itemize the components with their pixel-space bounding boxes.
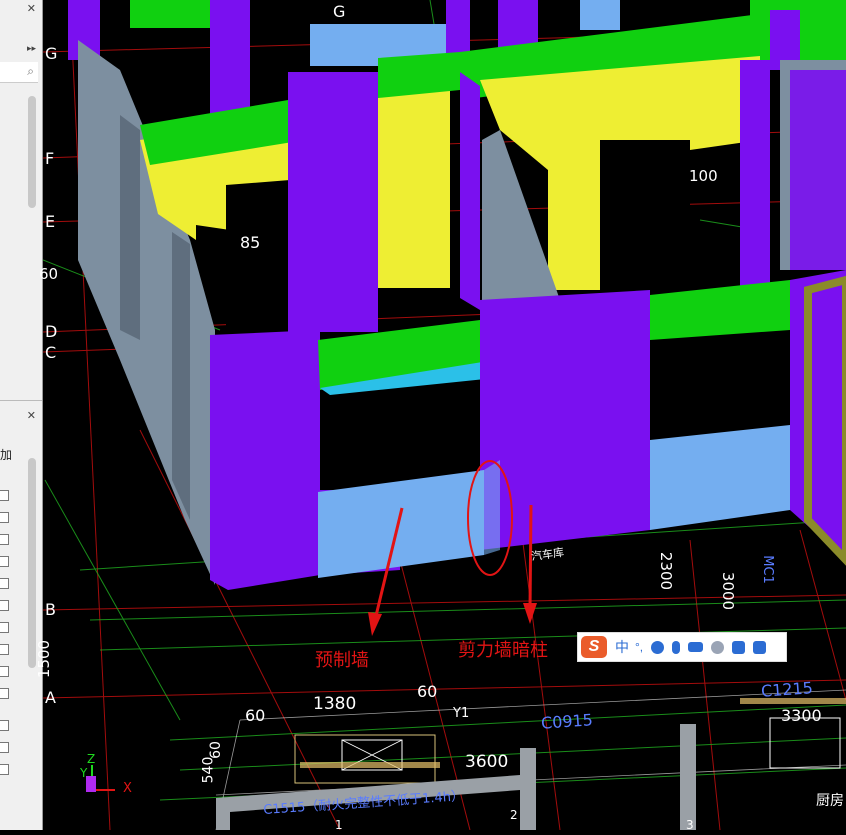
dim-text: 60	[207, 741, 224, 759]
close-icon[interactable]: ✕	[27, 3, 36, 15]
grid-label-a: A	[45, 688, 56, 707]
grid-menu-icon[interactable]	[753, 640, 767, 654]
dim-text: 3600	[465, 752, 509, 772]
checkbox[interactable]	[0, 666, 9, 677]
scrollbar-bottom[interactable]	[28, 458, 36, 668]
close-icon[interactable]: ✕	[27, 410, 36, 422]
checkbox[interactable]	[0, 644, 9, 655]
window-tag: C1215	[760, 678, 814, 701]
checkbox[interactable]	[0, 534, 9, 545]
dim-text: 60	[39, 265, 59, 283]
axis-z-label: Z	[87, 752, 96, 766]
dim-text: 2300	[657, 551, 676, 591]
checkbox[interactable]	[0, 556, 9, 567]
grid-label-top: G	[333, 2, 346, 21]
checkbox[interactable]	[0, 742, 9, 753]
keyboard-icon[interactable]	[688, 642, 704, 652]
grid-label-c: C	[45, 343, 57, 362]
ime-language-toggle[interactable]: 中	[615, 637, 629, 657]
checkbox[interactable]	[0, 600, 9, 611]
room-label: 厨房	[816, 793, 844, 809]
panel-divider	[0, 400, 42, 401]
dim-text: 3300	[781, 706, 822, 725]
window-tag: MC1	[759, 555, 775, 584]
dim-text: 540	[200, 756, 217, 784]
grid-label-e: E	[45, 212, 56, 231]
checkbox[interactable]	[0, 764, 9, 775]
checkbox[interactable]	[0, 622, 9, 633]
window-tag: C0915	[540, 710, 594, 733]
dim-text: Y1	[453, 706, 470, 721]
checkbox[interactable]	[0, 720, 9, 731]
dim-text: 85	[240, 233, 261, 252]
checkbox[interactable]	[0, 490, 9, 501]
dim-text: 100	[689, 167, 718, 185]
ime-toolbar[interactable]: S 中 °,	[577, 632, 787, 662]
axis-y-label: Y	[80, 766, 88, 780]
skin-icon[interactable]	[732, 640, 746, 654]
grid-label-f: F	[45, 149, 55, 168]
grid-label-g: G	[45, 44, 58, 63]
axis-x-label: X	[123, 781, 132, 796]
left-panel: ✕ ▸▸ ⌕ ✕ 加	[0, 0, 43, 830]
ime-punctuation-toggle[interactable]: °,	[635, 640, 643, 654]
emoji-icon[interactable]	[651, 640, 665, 654]
column-header: 加	[0, 448, 13, 462]
user-icon[interactable]	[711, 640, 725, 654]
dim-text: 1500	[35, 639, 54, 679]
checkbox[interactable]	[0, 512, 9, 523]
scrollbar-top[interactable]	[28, 96, 36, 208]
search-input[interactable]: ⌕	[0, 62, 38, 83]
expand-icon[interactable]: ▸▸	[27, 42, 36, 54]
microphone-icon[interactable]	[672, 640, 681, 654]
grid-label-b: B	[45, 600, 56, 619]
search-icon: ⌕	[27, 64, 34, 78]
annotation-shear-wall-column: 剪力墙暗柱	[458, 640, 548, 661]
dim-text: 60	[417, 682, 438, 701]
annotation-precast-wall: 预制墙	[315, 650, 369, 671]
dim-text: 1380	[313, 694, 357, 714]
model-canvas[interactable]	[42, 0, 846, 831]
model-viewport[interactable]: G F E D C B A G 60 1500 85 100 1380 60 6…	[35, 0, 846, 832]
dim-text: 3000	[719, 571, 738, 611]
room-label: 2	[510, 808, 518, 822]
grid-label-d: D	[45, 322, 58, 341]
checkbox[interactable]	[0, 578, 9, 589]
dim-text: 60	[245, 706, 266, 725]
checkbox[interactable]	[0, 688, 9, 699]
ime-logo[interactable]: S	[581, 636, 607, 658]
